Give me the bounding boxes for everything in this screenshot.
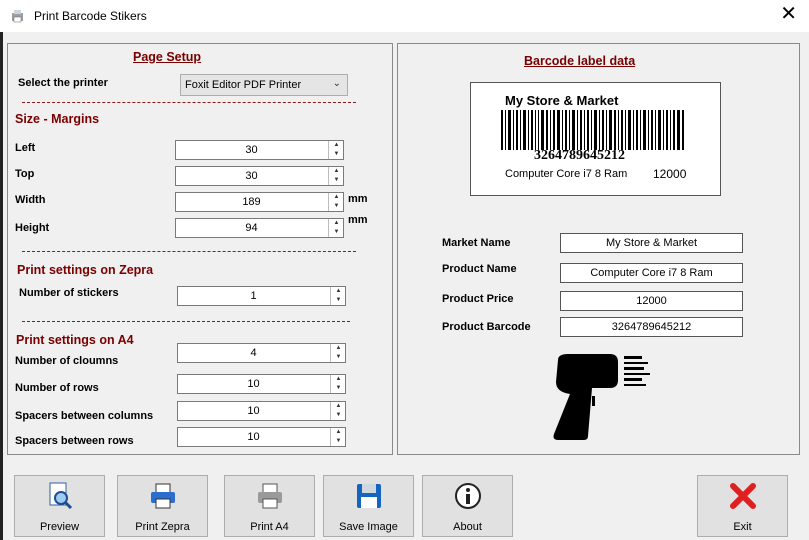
spin-down-icon[interactable]: ▼ [329, 228, 344, 237]
product-price-label: Product Price [442, 293, 514, 305]
preview-button[interactable]: Preview [14, 475, 105, 537]
label-price: 12000 [653, 167, 687, 181]
spacers-rows-spinner[interactable]: 10 ▲ ▼ [177, 427, 346, 447]
close-icon [729, 483, 756, 509]
width-value: 189 [242, 196, 261, 208]
spin-up-icon[interactable]: ▲ [329, 141, 344, 150]
about-label: About [453, 521, 482, 533]
floppy-save-icon [356, 484, 381, 508]
info-icon [454, 483, 481, 509]
spin-down-icon[interactable]: ▼ [331, 437, 346, 446]
print-a4-label: Print A4 [250, 521, 289, 533]
product-name-label: Product Name [442, 263, 517, 275]
divider [22, 321, 350, 322]
height-spinner[interactable]: 94 ▲ ▼ [175, 218, 344, 238]
left-label: Left [15, 142, 36, 154]
zepra-title: Print settings on Zepra [17, 263, 154, 277]
top-margin-spinner[interactable]: 30 ▲ ▼ [175, 166, 344, 186]
left-margin-spinner[interactable]: 30 ▲ ▼ [175, 140, 344, 160]
spin-down-icon[interactable]: ▼ [329, 176, 344, 185]
width-spinner[interactable]: 189 ▲ ▼ [175, 192, 344, 212]
print-a4-button[interactable]: Print A4 [224, 475, 315, 537]
spacers-rows-label: Spacers between rows [15, 435, 134, 447]
window-close-button[interactable]: ✕ [780, 4, 797, 24]
height-unit: mm [348, 214, 368, 226]
product-price-field[interactable]: 12000 [560, 291, 743, 311]
preview-label: Preview [39, 521, 80, 533]
width-label: Width [15, 194, 46, 206]
printer-select-value: Foxit Editor PDF Printer [185, 79, 302, 91]
rows-label: Number of rows [15, 382, 99, 394]
a4-title: Print settings on A4 [16, 333, 134, 347]
market-name-label: Market Name [442, 237, 511, 249]
product-barcode-label: Product Barcode [442, 321, 531, 333]
save-image-label: Save Image [339, 521, 398, 533]
spin-up-icon[interactable]: ▲ [329, 167, 344, 176]
market-name-field[interactable]: My Store & Market [560, 233, 743, 253]
spin-down-icon[interactable]: ▼ [329, 150, 344, 159]
product-barcode-field[interactable]: 3264789645212 [560, 317, 743, 337]
barcode-panel-title: Barcode label data [524, 54, 636, 68]
spin-down-icon[interactable]: ▼ [331, 353, 346, 362]
printer-icon [150, 483, 175, 509]
width-unit: mm [348, 193, 368, 205]
window-title: Print Barcode Stikers [34, 9, 147, 23]
height-value: 94 [245, 222, 258, 234]
height-label: Height [15, 222, 50, 234]
margins-title: Size - Margins [15, 112, 100, 126]
columns-label: Number of cloumns [15, 355, 119, 367]
spin-up-icon[interactable]: ▲ [329, 193, 344, 202]
page-setup-title: Page Setup [133, 50, 202, 64]
barcode-data-panel: Barcode label data My Store & Market 326… [397, 43, 800, 455]
spacers-columns-label: Spacers between columns [15, 410, 154, 422]
barcode-image [501, 110, 684, 150]
spin-up-icon[interactable]: ▲ [331, 344, 346, 353]
barcode-printer-app-icon [12, 10, 23, 23]
barcode-label-preview: My Store & Market 3264789645212 Computer… [470, 82, 721, 196]
rows-spinner[interactable]: 10 ▲ ▼ [177, 374, 346, 394]
top-margin-value: 30 [245, 170, 258, 182]
printer-gray-icon [257, 483, 282, 509]
top-label: Top [15, 168, 35, 180]
exit-label: Exit [733, 521, 752, 533]
title-bar: Print Barcode Stikers ✕ [0, 0, 809, 32]
spacers-columns-value: 10 [247, 405, 260, 417]
divider [22, 251, 356, 252]
exit-button[interactable]: Exit [697, 475, 788, 537]
page-setup-panel: Page Setup Select the printer Foxit Edit… [7, 43, 393, 455]
label-store-name: My Store & Market [505, 93, 619, 108]
left-edge-strip [0, 32, 3, 540]
spin-up-icon[interactable]: ▲ [331, 402, 346, 411]
spacers-columns-spinner[interactable]: 10 ▲ ▼ [177, 401, 346, 421]
spin-down-icon[interactable]: ▼ [331, 296, 346, 305]
spin-up-icon[interactable]: ▲ [329, 219, 344, 228]
spin-down-icon[interactable]: ▼ [329, 202, 344, 211]
print-zepra-label: Print Zepra [135, 521, 190, 533]
stickers-value: 1 [250, 290, 257, 302]
spin-down-icon[interactable]: ▼ [331, 411, 346, 420]
left-margin-value: 30 [245, 144, 258, 156]
spin-up-icon[interactable]: ▲ [331, 428, 346, 437]
printer-label: Select the printer [18, 77, 108, 89]
columns-value: 4 [250, 347, 257, 359]
rows-value: 10 [247, 378, 260, 390]
spin-up-icon[interactable]: ▲ [331, 375, 346, 384]
columns-spinner[interactable]: 4 ▲ ▼ [177, 343, 346, 363]
printer-select[interactable]: Foxit Editor PDF Printer ⌄ [180, 74, 348, 96]
spin-up-icon[interactable]: ▲ [331, 287, 346, 296]
preview-icon [49, 482, 72, 510]
stickers-spinner[interactable]: 1 ▲ ▼ [177, 286, 346, 306]
divider [22, 102, 356, 103]
product-name-field[interactable]: Computer Core i7 8 Ram [560, 263, 743, 283]
stickers-label: Number of stickers [19, 287, 119, 299]
print-zepra-button[interactable]: Print Zepra [117, 475, 208, 537]
label-product-name: Computer Core i7 8 Ram [505, 168, 628, 180]
spin-down-icon[interactable]: ▼ [331, 384, 346, 393]
chevron-down-icon: ⌄ [332, 78, 341, 89]
spacers-rows-value: 10 [247, 431, 260, 443]
about-button[interactable]: About [422, 475, 513, 537]
save-image-button[interactable]: Save Image [323, 475, 414, 537]
barcode-scanner-icon [553, 354, 650, 440]
label-barcode-number: 3264789645212 [534, 148, 625, 163]
